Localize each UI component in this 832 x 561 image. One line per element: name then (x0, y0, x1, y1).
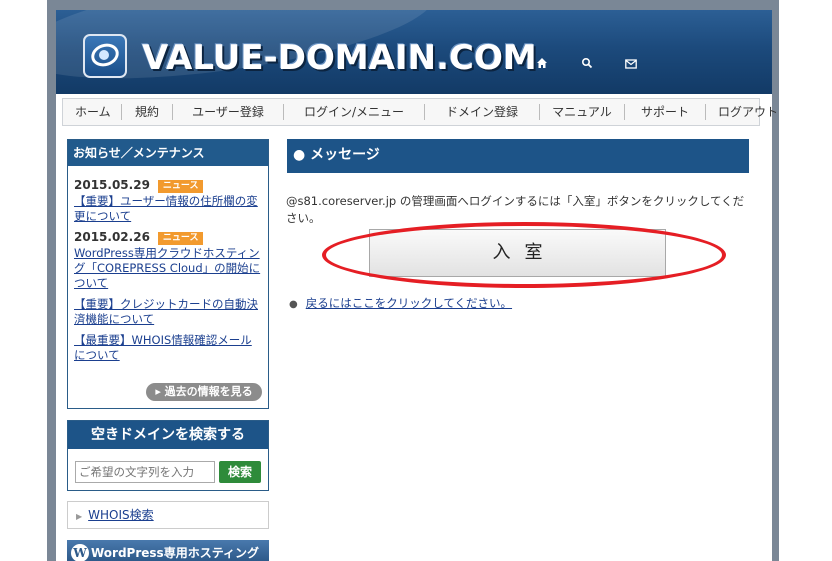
nav-item-domain-register[interactable]: ドメイン登録 (425, 104, 540, 120)
site-header: VALUE-DOMAIN.COM (56, 10, 772, 94)
news-link-credit-card[interactable]: 【重要】クレジットカードの自動決済機能について (74, 297, 262, 327)
nav-item-manual[interactable]: マニュアル (540, 104, 625, 120)
news-date: 2015.05.29 ニュース (74, 178, 262, 193)
domain-search-heading: 空きドメインを検索する (68, 421, 268, 449)
news-link-whois-mail[interactable]: 【最重要】WHOIS情報確認メールについて (74, 333, 262, 363)
wordpress-hosting-banner[interactable]: W WordPress専用ホスティング (67, 540, 269, 561)
news-link-address-change[interactable]: 【重要】ユーザー情報の住所欄の変更について (74, 194, 262, 224)
news-link-corepress[interactable]: WordPress専用クラウドホスティング「COREPRESS Cloud」の開… (74, 246, 262, 291)
wordpress-logo-icon: W (71, 544, 89, 561)
message-heading: ● メッセージ (287, 139, 749, 173)
logo-dot (99, 50, 109, 60)
nav-item-support[interactable]: サポート (625, 104, 706, 120)
logo-icon[interactable] (83, 34, 127, 78)
nav-item-login-menu[interactable]: ログイン/メニュー (284, 104, 425, 120)
arrow-right-icon: ▶ (76, 512, 83, 521)
nav-item-home[interactable]: ホーム (63, 104, 122, 120)
news-heading: お知らせ／メンテナンス (68, 140, 268, 166)
back-link[interactable]: 戻るにはここをクリックしてください。 (306, 296, 512, 310)
news-date-text: 2015.02.26 (74, 230, 150, 244)
back-link-row: ● 戻るにはここをクリックしてください。 (289, 295, 512, 311)
home-icon[interactable] (534, 57, 550, 73)
news-panel: お知らせ／メンテナンス 2015.05.29 ニュース 【重要】ユーザー情報の住所… (67, 139, 269, 409)
whois-search-link[interactable]: WHOIS検索 (88, 508, 154, 522)
login-instruction-text: @s81.coreserver.jp の管理画面へログインするには「入室」ボタン… (286, 194, 745, 225)
news-date: 2015.02.26 ニュース (74, 230, 262, 245)
news-badge: ニュース (157, 180, 204, 193)
news-badge: ニュース (157, 232, 204, 245)
site-title[interactable]: VALUE-DOMAIN.COM (142, 38, 537, 78)
main-nav: ホーム 規約 ユーザー登録 ログイン/メニュー ドメイン登録 マニュアル サポー… (62, 98, 778, 126)
domain-search-input[interactable] (75, 461, 215, 483)
enter-room-button[interactable]: 入室 (369, 229, 666, 277)
domain-search-panel: 空きドメインを検索する 検索 (67, 420, 269, 491)
search-icon[interactable] (579, 57, 595, 73)
whois-box: ▶ WHOIS検索 (67, 501, 269, 529)
nav-item-terms[interactable]: 規約 (122, 104, 173, 120)
domain-search-button[interactable]: 検索 (219, 461, 261, 483)
news-list: 2015.05.29 ニュース 【重要】ユーザー情報の住所欄の変更について 201… (68, 166, 268, 363)
nav-item-logout[interactable]: ログアウト (706, 104, 786, 120)
wordpress-banner-label: WordPress専用ホスティング (91, 546, 259, 560)
nav-item-register[interactable]: ユーザー登録 (173, 104, 284, 120)
mail-icon[interactable] (623, 57, 639, 73)
bullet-icon: ● (289, 299, 298, 310)
past-news-button[interactable]: ▸ 過去の情報を見る (146, 383, 262, 401)
news-date-text: 2015.05.29 (74, 178, 150, 192)
